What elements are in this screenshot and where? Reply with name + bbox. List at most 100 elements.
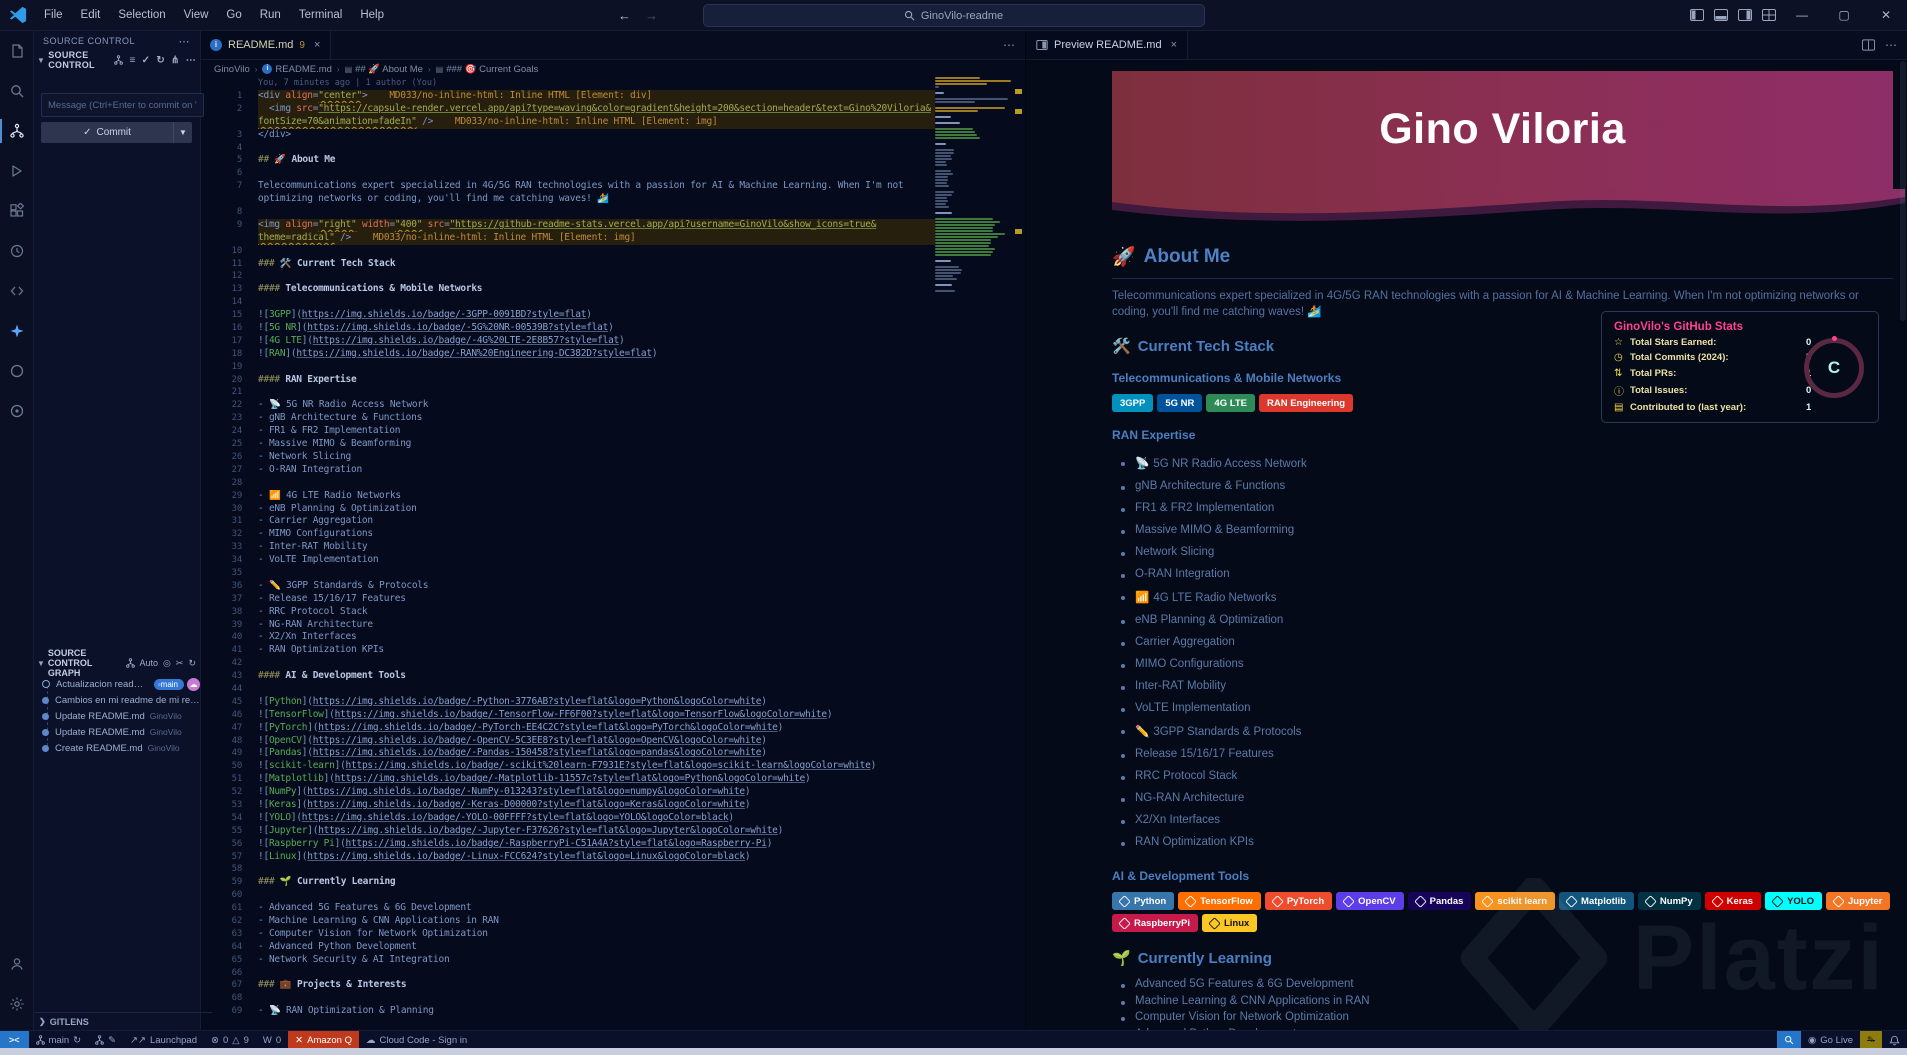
target-icon[interactable]: ◎ <box>163 658 171 669</box>
toggle-secondary-sidebar-icon[interactable] <box>1733 0 1757 30</box>
extensions-icon[interactable] <box>0 191 33 231</box>
extension-circle-icon[interactable] <box>0 351 33 391</box>
menu-go[interactable]: Go <box>217 0 250 30</box>
nav-back-button[interactable]: ← <box>618 8 631 23</box>
code-line[interactable]: 41 - RAN Optimization KPIs <box>200 644 935 657</box>
code-line[interactable]: 13 #### Telecommunications & Mobile Netwo… <box>200 283 935 296</box>
code-line[interactable]: 55 ![Jupyter](https://img.shields.io/badg… <box>200 825 935 838</box>
code-line[interactable]: 4 <box>200 142 935 155</box>
code-line[interactable]: 2 <img src="https://capsule-render.verce… <box>200 102 935 116</box>
code-line[interactable]: 7 Telecommunications expert specialized i… <box>200 180 935 193</box>
graph-icon[interactable]: ⋔ <box>171 55 180 66</box>
toggle-sidebar-icon[interactable] <box>1685 0 1709 30</box>
copilot-sparkle-icon[interactable] <box>0 311 33 351</box>
code-line[interactable]: 6 <box>200 167 935 180</box>
code-line[interactable]: 59 ### 🌱 Currently Learning <box>200 876 935 889</box>
code-line[interactable]: 33 - Inter-RAT Mobility <box>200 541 935 554</box>
problems-item[interactable]: ⊗ 0 △ 9 <box>204 1031 256 1049</box>
remote-explorer-icon[interactable] <box>0 271 33 311</box>
code-line[interactable]: 24 - FR1 & FR2 Implementation <box>200 425 935 438</box>
breadcrumb-item[interactable]: GinoVilo <box>214 64 250 75</box>
launchpad-item[interactable]: ↗↗ Launchpad <box>123 1031 204 1049</box>
code-line[interactable]: 11 ### 🛠️ Current Tech Stack <box>200 258 935 271</box>
code-line[interactable]: 30 - eNB Planning & Optimization <box>200 503 935 516</box>
breadcrumb-item[interactable]: ▤ ### 🎯 Current Goals <box>436 64 539 75</box>
branch-status-item[interactable]: main ↻ <box>29 1031 89 1049</box>
code-line[interactable]: 16 ![5G NR](https://img.shields.io/badge/… <box>200 322 935 335</box>
code-line[interactable]: 9 <img align="right" width="400" src="htt… <box>200 218 935 232</box>
code-line[interactable]: 67 ### 💼 Projects & Interests <box>200 979 935 992</box>
menu-edit[interactable]: Edit <box>72 0 110 30</box>
markdown-preview[interactable]: Gino Viloria 🚀 About Me Telecommunicatio… <box>1026 59 1907 1030</box>
minimize-button[interactable]: — <box>1781 0 1823 30</box>
code-line[interactable]: 53 ![Keras](https://img.shields.io/badge/… <box>200 799 935 812</box>
wakatime-item[interactable]: W0 <box>256 1031 288 1049</box>
code-line[interactable]: 12 <box>200 270 935 283</box>
code-line[interactable]: 57 ![Linux](https://img.shields.io/badge/… <box>200 851 935 864</box>
notifications-item[interactable] <box>1882 1031 1907 1049</box>
go-live-item[interactable]: ◉ Go Live <box>1801 1031 1860 1049</box>
spell-check-item[interactable]: ✎ <box>1860 1031 1882 1049</box>
commit-item[interactable]: Update README.md GinoVilo <box>33 708 200 724</box>
chevron-down-icon[interactable]: ▼ <box>37 659 45 668</box>
menu-terminal[interactable]: Terminal <box>290 0 351 30</box>
preview-more-actions-icon[interactable]: ⋯ <box>1885 38 1897 52</box>
code-line[interactable]: 40 - X2/Xn Interfaces <box>200 631 935 644</box>
code-line[interactable]: 1 <div align="center"> MD033/no-inline-ht… <box>200 90 935 103</box>
code-line[interactable]: 47 ![PyTorch](https://img.shields.io/badg… <box>200 722 935 735</box>
menu-file[interactable]: File <box>35 0 72 30</box>
code-line[interactable]: 15 ![3GPP](https://img.shields.io/badge/-… <box>200 309 935 322</box>
code-editor[interactable]: You, 7 minutes ago | 1 author (You) 1 <di… <box>200 77 935 1030</box>
code-line[interactable]: 10 <box>200 245 935 258</box>
code-line[interactable]: 17 ![4G LTE](https://img.shields.io/badge… <box>200 335 935 348</box>
code-line[interactable]: 46 ![TensorFlow](https://img.shields.io/b… <box>200 709 935 722</box>
search-status-item[interactable] <box>1776 1031 1801 1049</box>
view-as-list-icon[interactable]: ≡ <box>129 55 135 66</box>
code-line[interactable]: 69- 📡 RAN Optimization & Planning <box>200 1005 935 1018</box>
cloud-code-item[interactable]: ☁ Cloud Code - Sign in <box>359 1031 474 1049</box>
code-line[interactable]: 14 <box>200 296 935 309</box>
code-line[interactable]: 54 ![YOLO](https://img.shields.io/badge/-… <box>200 812 935 825</box>
commit-item[interactable]: Cambios en mi readme de mi repositorio c… <box>33 692 200 708</box>
extension-circle2-icon[interactable] <box>0 391 33 431</box>
code-line[interactable]: theme=radical" /> MD033/no-inline-html: … <box>200 231 935 245</box>
command-center-search[interactable]: GinoVilo-readme <box>702 4 1205 27</box>
code-line[interactable]: 19 <box>200 361 935 374</box>
code-line[interactable]: 56 ![Raspberry Pi](https://img.shields.io… <box>200 838 935 851</box>
editor-more-actions-icon[interactable]: ⋯ <box>1003 38 1015 52</box>
code-line[interactable]: 35 <box>200 567 935 580</box>
code-line[interactable]: 36 - ✏️ 3GPP Standards & Protocols <box>200 580 935 593</box>
code-line[interactable]: 50 ![scikit-learn](https://img.shields.io… <box>200 760 935 773</box>
minimap[interactable] <box>935 77 1011 293</box>
code-line[interactable]: 42 <box>200 657 935 670</box>
nav-forward-button[interactable]: → <box>645 8 658 23</box>
gitlens-section[interactable]: ❯ GITLENS <box>33 1012 212 1030</box>
code-line[interactable]: 22 - 📡 5G NR Radio Access Network <box>200 399 935 412</box>
code-line[interactable]: 8 <box>200 206 935 219</box>
code-line[interactable]: 60 <box>200 889 935 902</box>
code-line[interactable]: 68 <box>200 992 935 1005</box>
code-line[interactable]: 38 - RRC Protocol Stack <box>200 606 935 619</box>
menu-selection[interactable]: Selection <box>109 0 174 30</box>
explorer-icon[interactable] <box>0 31 33 71</box>
remote-indicator[interactable]: >< <box>0 1031 29 1049</box>
toggle-panel-icon[interactable] <box>1709 0 1733 30</box>
breadcrumb-item[interactable]: ▤ ## 🚀 About Me <box>345 64 423 75</box>
commit-button[interactable]: ✓ Commit ▼ <box>41 122 192 143</box>
code-line[interactable]: 48 ![OpenCV](https://img.shields.io/badge… <box>200 735 935 748</box>
code-line[interactable]: 20 #### RAN Expertise <box>200 374 935 387</box>
code-line[interactable]: 32 - MIMO Configurations <box>200 528 935 541</box>
code-line[interactable]: 21 <box>200 386 935 399</box>
history-icon[interactable] <box>0 231 33 271</box>
code-line[interactable]: 62 - Machine Learning & CNN Applications … <box>200 915 935 928</box>
code-line[interactable]: 18 ![RAN](https://img.shields.io/badge/-R… <box>200 348 935 361</box>
breadcrumb-item[interactable]: i README.md <box>262 64 332 75</box>
sidebar-more-actions-icon[interactable]: ⋯ <box>179 35 191 48</box>
split-editor-icon[interactable] <box>1862 39 1875 51</box>
code-line[interactable]: 29 - 📶 4G LTE Radio Networks <box>200 490 935 503</box>
gitlens-branch-item[interactable]: ✎ <box>88 1031 123 1049</box>
code-line[interactable]: 25 - Massive MIMO & Beamforming <box>200 438 935 451</box>
code-line[interactable]: 49 ![Pandas](https://img.shields.io/badge… <box>200 747 935 760</box>
close-button[interactable]: ✕ <box>1865 0 1907 30</box>
more-actions-icon[interactable]: ⋯ <box>186 55 196 66</box>
